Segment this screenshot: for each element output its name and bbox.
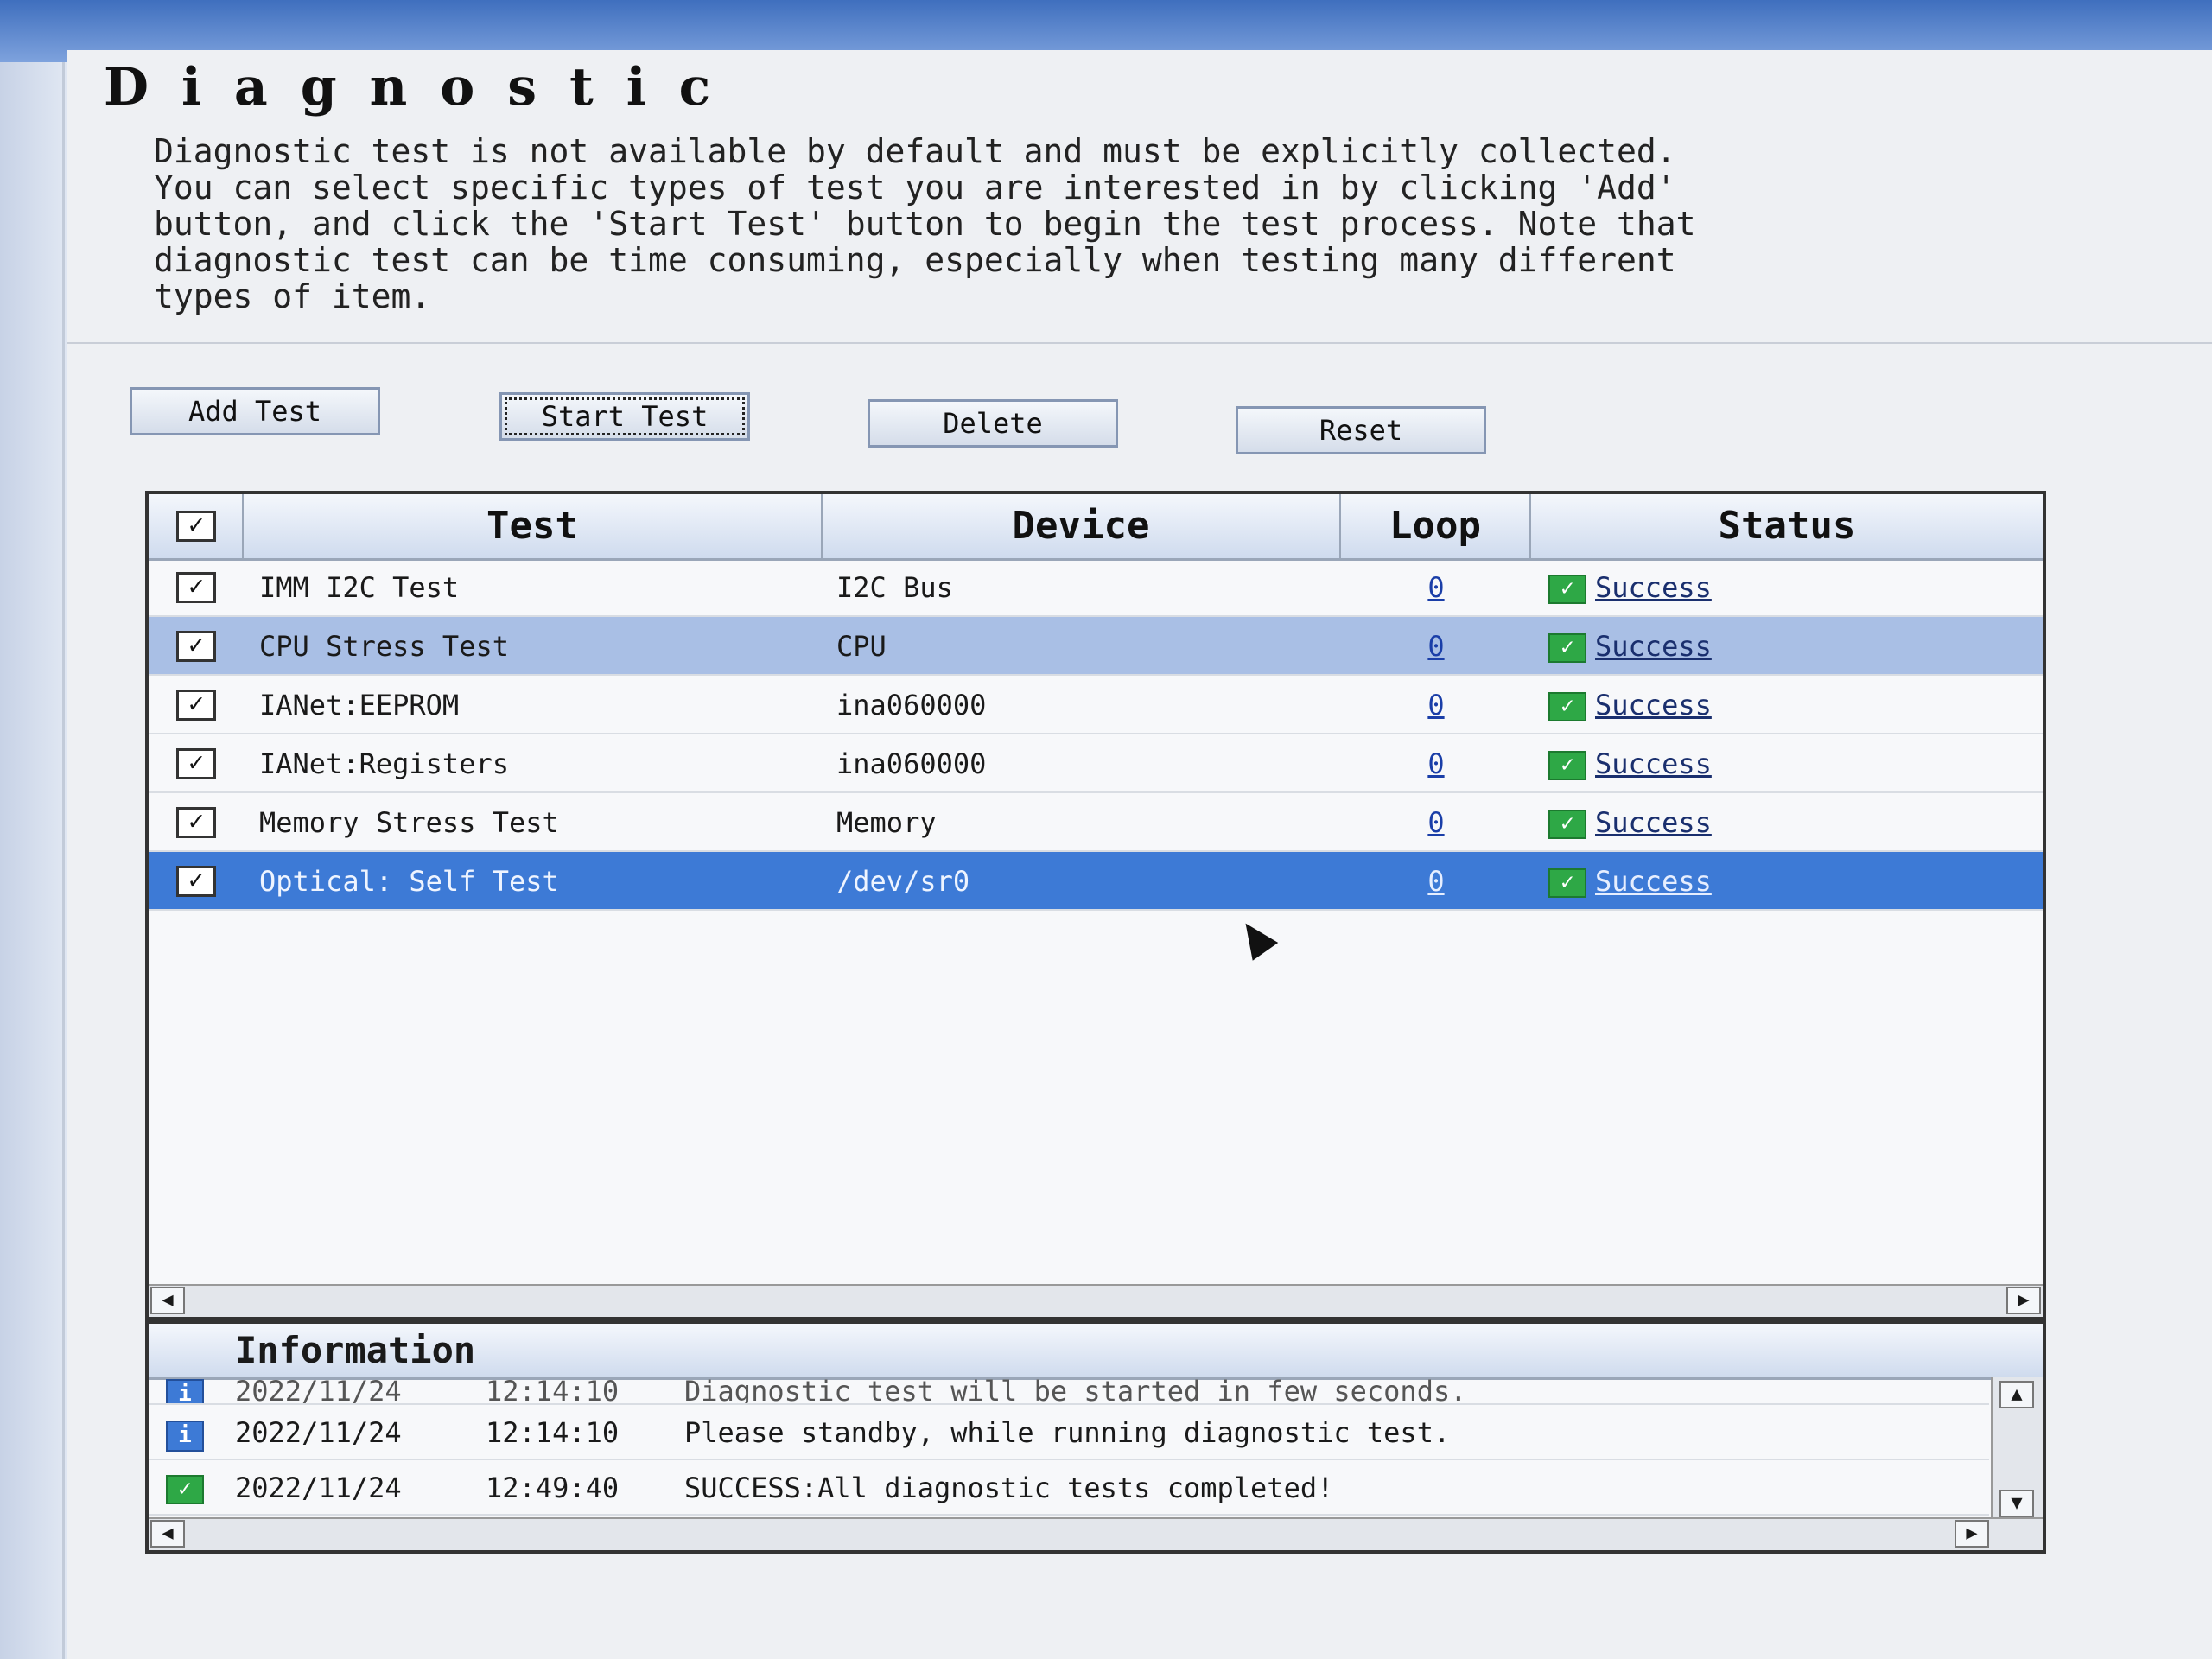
table-header: ✓ Test Device Loop Status xyxy=(149,494,2043,561)
page-title: Diagnostic xyxy=(104,57,744,118)
table-row-selected[interactable]: ✓ Optical: Self Test /dev/sr0 0 ✓ Success xyxy=(149,852,2043,911)
row-checkbox[interactable]: ✓ xyxy=(176,572,216,603)
success-check-icon: ✓ xyxy=(1548,868,1586,898)
table-row[interactable]: ✓ Memory Stress Test Memory 0 ✓ Success xyxy=(149,793,2043,852)
device-name: I2C Bus xyxy=(836,571,953,604)
information-title: Information xyxy=(235,1329,476,1371)
status-cell: ✓ Success xyxy=(1548,617,1712,676)
log-entry: i 2022/11/24 12:14:10 Please standby, wh… xyxy=(149,1405,1989,1460)
table-row[interactable]: ✓ IANet:EEPROM ina060000 0 ✓ Success xyxy=(149,676,2043,734)
scroll-up-button[interactable]: ▲ xyxy=(1999,1381,2034,1408)
status-link[interactable]: Success xyxy=(1595,689,1712,721)
status-link[interactable]: Success xyxy=(1595,865,1712,898)
log-time: 12:49:40 xyxy=(486,1471,620,1504)
log-date: 2022/11/24 xyxy=(235,1416,402,1449)
device-name: Memory xyxy=(836,806,937,839)
intro-line: diagnostic test can be time consuming, e… xyxy=(154,241,1676,279)
log-vertical-scrollbar[interactable]: ▲ ▼ xyxy=(1991,1377,2043,1521)
status-cell: ✓ Success xyxy=(1548,852,1712,911)
status-link[interactable]: Success xyxy=(1595,747,1712,780)
loop-count-link[interactable]: 0 xyxy=(1341,734,1531,793)
select-all-checkbox[interactable]: ✓ xyxy=(176,511,216,542)
divider xyxy=(67,342,2212,344)
log-message: Please standby, while running diagnostic… xyxy=(684,1416,1451,1449)
log-date: 2022/11/24 xyxy=(235,1377,402,1405)
device-name: CPU xyxy=(836,630,887,663)
intro-line: button, and click the 'Start Test' butto… xyxy=(154,205,1696,243)
test-name: IANet:EEPROM xyxy=(259,689,460,721)
success-check-icon: ✓ xyxy=(1548,810,1586,839)
success-check-icon: ✓ xyxy=(166,1475,204,1504)
log-date: 2022/11/24 xyxy=(235,1471,402,1504)
status-link[interactable]: Success xyxy=(1595,571,1712,604)
log-entry: ✓ 2022/11/24 12:49:40 SUCCESS:All diagno… xyxy=(149,1460,1989,1516)
log-entry: i 2022/11/24 12:14:10 Diagnostic test wi… xyxy=(149,1377,1989,1405)
log-horizontal-scrollbar[interactable]: ◀ ▶ xyxy=(149,1517,2043,1550)
test-table: ✓ Test Device Loop Status ✓ IMM I2C Test… xyxy=(145,491,2046,1320)
add-test-button[interactable]: Add Test xyxy=(130,387,380,435)
status-cell: ✓ Success xyxy=(1548,676,1712,734)
select-all-header[interactable]: ✓ xyxy=(149,494,244,558)
loop-count-link[interactable]: 0 xyxy=(1341,558,1531,617)
status-link[interactable]: Success xyxy=(1595,806,1712,839)
device-name: /dev/sr0 xyxy=(836,865,970,898)
status-cell: ✓ Success xyxy=(1548,793,1712,852)
success-check-icon: ✓ xyxy=(1548,692,1586,721)
table-horizontal-scrollbar[interactable]: ◀ ▶ xyxy=(149,1284,2043,1317)
scroll-right-button[interactable]: ▶ xyxy=(1955,1520,1989,1548)
scroll-down-button[interactable]: ▼ xyxy=(1999,1490,2034,1517)
log-time: 12:14:10 xyxy=(486,1377,620,1405)
reset-button[interactable]: Reset xyxy=(1236,406,1486,454)
information-header: Information xyxy=(149,1324,2043,1380)
diagnostic-panel: Diagnostic Diagnostic test is not availa… xyxy=(67,50,2212,1659)
intro-line: You can select specific types of test yo… xyxy=(154,168,1676,207)
info-icon: i xyxy=(166,1379,204,1403)
row-checkbox[interactable]: ✓ xyxy=(176,748,216,779)
loop-count-link[interactable]: 0 xyxy=(1341,617,1531,676)
device-name: ina060000 xyxy=(836,689,987,721)
column-header-test[interactable]: Test xyxy=(244,494,823,558)
scroll-left-button[interactable]: ◀ xyxy=(150,1287,185,1314)
test-name: CPU Stress Test xyxy=(259,630,509,663)
left-nav-edge xyxy=(0,62,65,1659)
delete-button[interactable]: Delete xyxy=(868,399,1118,448)
column-header-status[interactable]: Status xyxy=(1531,494,2043,558)
column-header-device[interactable]: Device xyxy=(823,494,1341,558)
intro-text: Diagnostic test is not available by defa… xyxy=(154,133,2012,315)
table-row[interactable]: ✓ CPU Stress Test CPU 0 ✓ Success xyxy=(149,617,2043,676)
table-row[interactable]: ✓ IMM I2C Test I2C Bus 0 ✓ Success xyxy=(149,558,2043,617)
success-check-icon: ✓ xyxy=(1548,633,1586,663)
row-checkbox[interactable]: ✓ xyxy=(176,807,216,838)
log-message: Diagnostic test will be started in few s… xyxy=(684,1377,1467,1405)
status-cell: ✓ Success xyxy=(1548,734,1712,793)
log-message: SUCCESS:All diagnostic tests completed! xyxy=(684,1471,1334,1504)
row-checkbox[interactable]: ✓ xyxy=(176,690,216,721)
info-icon: i xyxy=(166,1421,204,1452)
test-name: Memory Stress Test xyxy=(259,806,559,839)
loop-count-link[interactable]: 0 xyxy=(1341,793,1531,852)
test-name: Optical: Self Test xyxy=(259,865,559,898)
test-name: IMM I2C Test xyxy=(259,571,460,604)
row-checkbox[interactable]: ✓ xyxy=(176,866,216,897)
loop-count-link[interactable]: 0 xyxy=(1341,676,1531,734)
information-panel: Information i 2022/11/24 12:14:10 Diagno… xyxy=(145,1320,2046,1554)
table-row[interactable]: ✓ IANet:Registers ina060000 0 ✓ Success xyxy=(149,734,2043,793)
intro-line: Diagnostic test is not available by defa… xyxy=(154,132,1676,170)
column-header-loop[interactable]: Loop xyxy=(1341,494,1531,558)
test-name: IANet:Registers xyxy=(259,747,509,780)
success-check-icon: ✓ xyxy=(1548,575,1586,604)
status-link[interactable]: Success xyxy=(1595,630,1712,663)
log-time: 12:14:10 xyxy=(486,1416,620,1449)
start-test-button[interactable]: Start Test xyxy=(499,392,750,441)
device-name: ina060000 xyxy=(836,747,987,780)
status-cell: ✓ Success xyxy=(1548,558,1712,617)
intro-line: types of item. xyxy=(154,277,431,315)
success-check-icon: ✓ xyxy=(1548,751,1586,780)
row-checkbox[interactable]: ✓ xyxy=(176,631,216,662)
scroll-right-button[interactable]: ▶ xyxy=(2006,1287,2041,1314)
loop-count-link[interactable]: 0 xyxy=(1341,852,1531,911)
scroll-left-button[interactable]: ◀ xyxy=(150,1520,185,1548)
